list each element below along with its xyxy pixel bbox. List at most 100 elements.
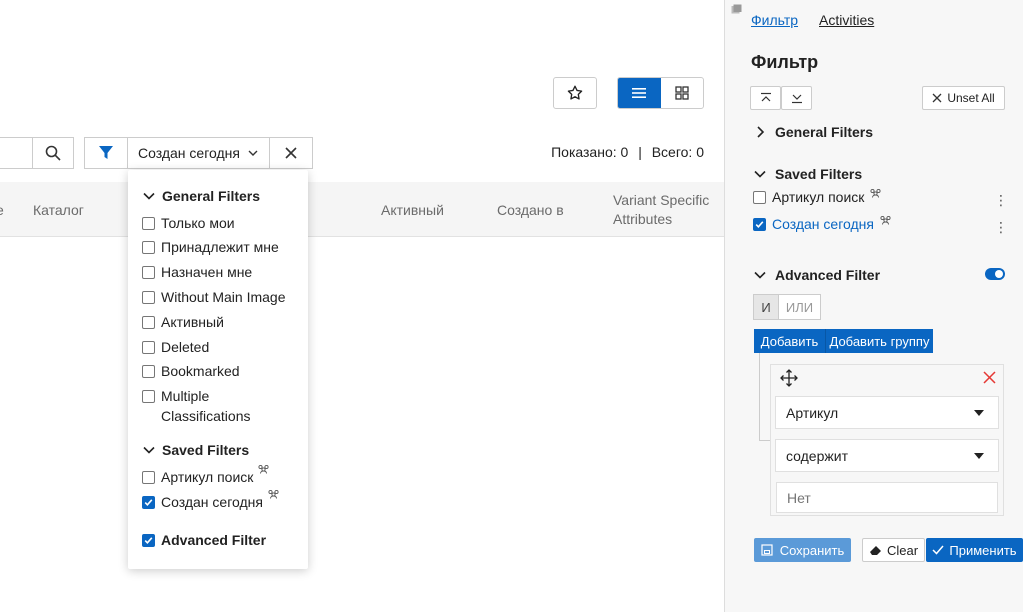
filter-button[interactable] <box>84 137 128 169</box>
saved-filter-item[interactable]: Артикул поиск <box>753 188 882 205</box>
checkbox[interactable] <box>753 190 766 204</box>
filter-option-label: Bookmarked <box>161 363 240 379</box>
clear-label: Clear <box>886 542 919 558</box>
saved-filters-section[interactable]: Saved Filters <box>753 166 862 182</box>
advanced-filter-label: Advanced Filter <box>161 532 267 548</box>
checkbox[interactable] <box>142 316 155 329</box>
value-input[interactable] <box>776 482 998 513</box>
grid-view-button[interactable] <box>661 78 704 108</box>
saved-filters-heading[interactable]: Saved Filters <box>142 442 249 458</box>
star-icon <box>567 85 583 100</box>
add-group-button[interactable]: Добавить группу <box>825 329 933 353</box>
chevron-down-icon <box>143 446 155 454</box>
or-button[interactable]: ИЛИ <box>779 294 821 320</box>
filter-panel: Фильтр Activities Фильтр Unset All Gener… <box>724 0 1023 612</box>
operator-select-value: содержит <box>786 447 848 464</box>
saved-filter-select-label: Создан сегодня <box>138 145 240 161</box>
filter-option-label: Назначен мне <box>161 264 253 280</box>
bookmark-button[interactable] <box>553 77 597 109</box>
field-select[interactable]: Артикул <box>775 396 999 429</box>
collapse-all-icon <box>760 92 771 102</box>
advanced-filter-toggle[interactable] <box>985 268 1005 280</box>
search-button[interactable] <box>32 137 74 169</box>
kebab-menu-icon[interactable]: ⋮ <box>994 220 1008 234</box>
filter-option[interactable]: Принадлежит мне <box>142 237 279 257</box>
filter-option[interactable]: Bookmarked <box>142 361 240 381</box>
kebab-menu-icon[interactable]: ⋮ <box>994 193 1008 207</box>
save-icon <box>761 544 773 556</box>
check-icon <box>932 545 944 555</box>
filter-option[interactable]: Multiple Classifications <box>142 386 250 426</box>
filter-option[interactable]: Deleted <box>142 337 209 357</box>
advanced-filter-option[interactable]: Advanced Filter <box>142 530 266 550</box>
view-toggle <box>617 77 704 109</box>
move-icon[interactable] <box>780 369 798 387</box>
advanced-filter-label: Advanced Filter <box>775 267 881 283</box>
saved-filter-item-active[interactable]: Создан сегодня <box>753 215 892 232</box>
filter-option[interactable]: Without Main Image <box>142 287 286 307</box>
filter-option-label: Принадлежит мне <box>161 239 279 255</box>
column-header-active[interactable]: Активный <box>381 201 444 220</box>
eraser-icon <box>869 546 881 555</box>
saved-filter-label: Создан сегодня <box>772 216 874 232</box>
column-header-variant-specific[interactable]: Variant Specific <box>613 191 709 210</box>
clear-button[interactable]: Clear <box>862 538 925 562</box>
tab-filter[interactable]: Фильтр <box>751 12 798 28</box>
search-input[interactable] <box>0 137 32 169</box>
clear-filter-button[interactable] <box>269 137 313 169</box>
checkbox-checked[interactable] <box>142 496 155 509</box>
list-view-button[interactable] <box>618 78 661 108</box>
saved-filter-option[interactable]: Артикул поиск <box>142 464 270 487</box>
checkbox[interactable] <box>142 471 155 484</box>
apply-label: Применить <box>949 542 1017 558</box>
saved-filters-label: Saved Filters <box>775 166 863 182</box>
chevron-down-icon <box>754 170 766 178</box>
checkbox[interactable] <box>142 291 155 304</box>
collapse-all-button[interactable] <box>750 86 781 110</box>
saved-filter-select[interactable]: Создан сегодня <box>127 137 270 169</box>
checkbox-checked[interactable] <box>142 534 155 547</box>
column-header-created[interactable]: Создано в <box>497 201 564 220</box>
filter-option-label-line1: Multiple <box>161 388 210 404</box>
result-counts: Показано: 0 | Всего: 0 <box>520 144 704 160</box>
shared-users-icon <box>880 215 891 225</box>
checkbox-checked[interactable] <box>753 217 766 231</box>
checkbox[interactable] <box>142 241 155 254</box>
column-header-catalog[interactable]: Каталог <box>33 201 84 220</box>
saved-filter-option[interactable]: Создан сегодня <box>142 489 280 512</box>
checkbox[interactable] <box>142 266 155 279</box>
apply-button[interactable]: Применить <box>926 538 1023 562</box>
operator-select[interactable]: содержит <box>775 439 999 472</box>
filter-option[interactable]: Только мои <box>142 213 235 233</box>
checkbox[interactable] <box>142 217 155 230</box>
panel-title: Фильтр <box>751 52 819 72</box>
column-header-cut[interactable]: e <box>0 201 4 220</box>
add-rule-button[interactable]: Добавить <box>754 329 825 353</box>
filter-option-label-line2: Classifications <box>161 408 251 424</box>
checkbox[interactable] <box>142 365 155 378</box>
caret-down-icon <box>974 453 984 459</box>
close-icon <box>285 147 297 159</box>
and-button[interactable]: И <box>753 294 779 320</box>
close-icon <box>932 93 942 103</box>
save-button[interactable]: Сохранить <box>754 538 851 562</box>
filter-option[interactable]: Назначен мне <box>142 262 252 282</box>
checkbox[interactable] <box>142 390 155 403</box>
shared-users-icon <box>268 489 279 499</box>
saved-filter-label: Создан сегодня <box>161 494 263 510</box>
general-filters-title: General Filters <box>162 188 261 204</box>
expand-all-button[interactable] <box>781 86 812 110</box>
filter-option-label: Только мои <box>161 215 235 231</box>
advanced-filter-section[interactable]: Advanced Filter <box>753 267 880 283</box>
delete-rule-icon[interactable] <box>983 371 996 384</box>
tab-activities[interactable]: Activities <box>819 12 874 28</box>
checkbox[interactable] <box>142 341 155 354</box>
search-icon <box>45 145 61 161</box>
unset-all-button[interactable]: Unset All <box>922 86 1005 110</box>
expand-all-icon <box>791 94 802 104</box>
general-filters-heading[interactable]: General Filters <box>142 188 260 204</box>
total-count: Всего: 0 <box>651 144 704 160</box>
count-separator: | <box>638 144 642 160</box>
filter-option[interactable]: Активный <box>142 312 224 332</box>
general-filters-section[interactable]: General Filters <box>753 124 873 140</box>
